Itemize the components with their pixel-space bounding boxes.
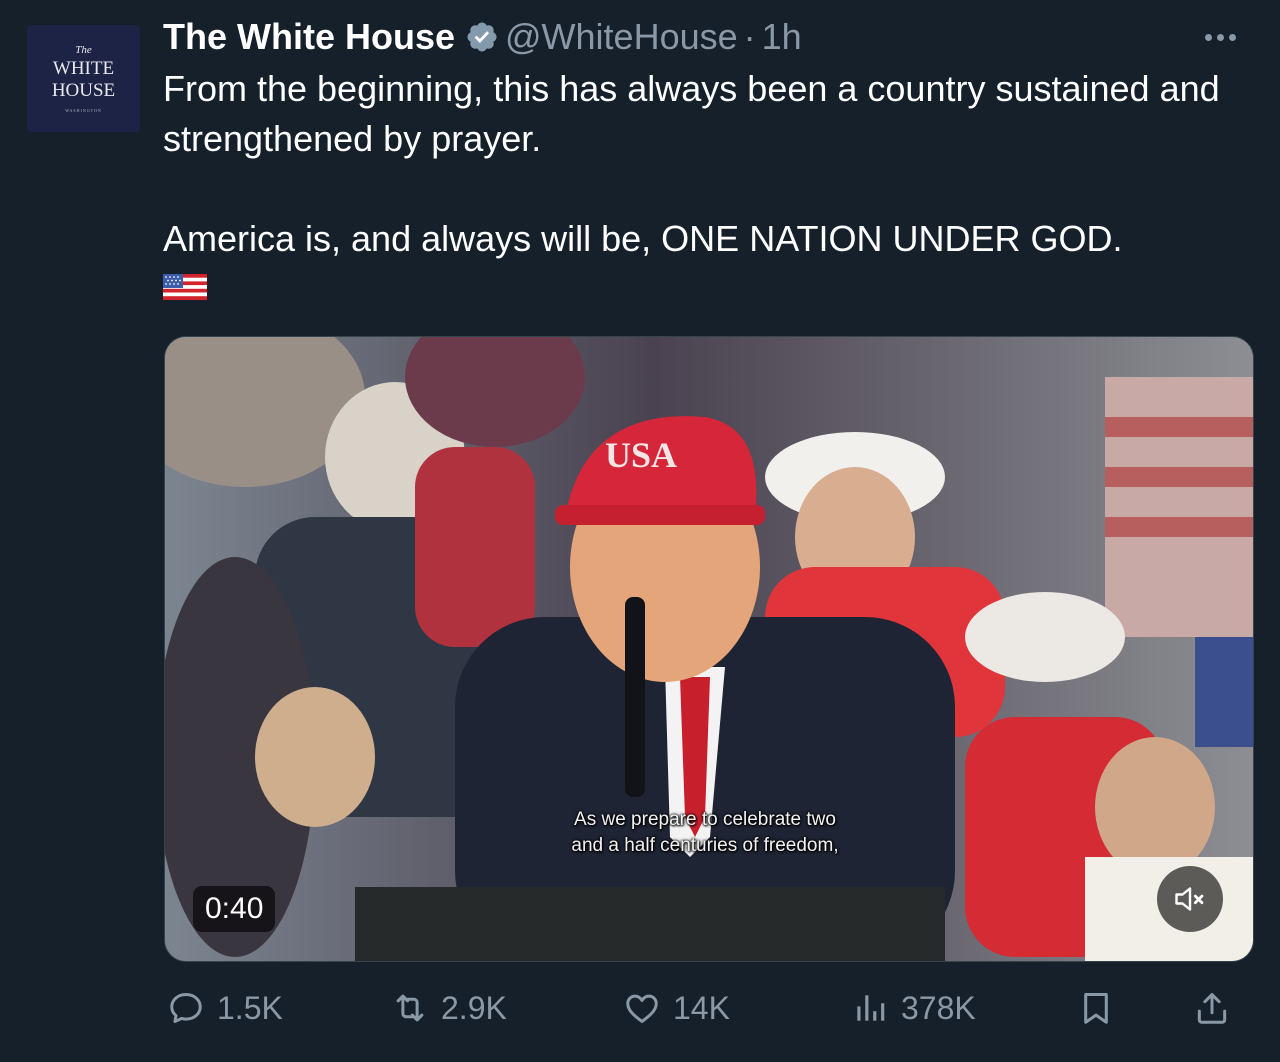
avatar-line-1: WHITE	[52, 58, 115, 79]
account-handle[interactable]: @WhiteHouse	[505, 16, 738, 58]
video-subtitle: As we prepare to celebrate two and a hal…	[495, 807, 915, 859]
account-name[interactable]: The White House	[163, 16, 455, 58]
tweet-time[interactable]: 1h	[762, 16, 802, 58]
like-button[interactable]: 14K	[623, 978, 730, 1038]
subtitle-line-1: As we prepare to celebrate two	[574, 809, 836, 830]
separator-dot: ·	[743, 16, 756, 57]
tweet-text: From the beginning, this has always been…	[163, 64, 1258, 314]
video-frame: USA	[165, 337, 1253, 961]
views-count: 378K	[901, 989, 976, 1026]
reply-button[interactable]: 1.5K	[167, 978, 283, 1038]
bookmark-button[interactable]	[1077, 978, 1115, 1038]
hat-text: USA	[605, 435, 677, 475]
tweet-header: The White House @WhiteHouse · 1h	[163, 12, 1250, 62]
bookmark-icon	[1084, 993, 1108, 1024]
tweet-paragraph-1: From the beginning, this has always been…	[163, 68, 1220, 159]
repost-count: 2.9K	[441, 989, 507, 1026]
speaker-muted-icon	[1175, 887, 1204, 911]
avatar-tiny-text: WASHINGTON	[65, 108, 102, 113]
heart-icon	[626, 994, 658, 1023]
video-player[interactable]: USA As we prepare to celebrate two and a…	[164, 336, 1254, 962]
more-options-icon[interactable]	[1205, 12, 1236, 62]
account-avatar[interactable]: The WHITE HOUSE WASHINGTON	[27, 25, 140, 132]
share-button[interactable]	[1193, 978, 1231, 1038]
verified-badge-icon	[467, 22, 497, 52]
views-button[interactable]: 378K	[851, 978, 976, 1038]
repost-icon	[396, 994, 424, 1022]
share-icon	[1197, 993, 1227, 1024]
repost-button[interactable]: 2.9K	[391, 978, 507, 1038]
reply-icon	[170, 993, 202, 1023]
analytics-bars-icon	[857, 995, 885, 1021]
avatar-small-text: The	[75, 44, 92, 56]
subtitle-line-2: and a half centuries of freedom,	[571, 835, 839, 856]
tweet-paragraph-2: America is, and always will be, ONE NATI…	[163, 218, 1123, 259]
video-duration: 0:40	[193, 886, 276, 932]
us-flag-icon	[163, 274, 207, 300]
reply-count: 1.5K	[217, 989, 283, 1026]
mute-toggle[interactable]	[1157, 866, 1223, 932]
avatar-line-2: HOUSE	[51, 80, 116, 101]
tweet-actions: 1.5K 2.9K 14K 378K	[163, 978, 1253, 1038]
like-count: 14K	[673, 989, 730, 1026]
